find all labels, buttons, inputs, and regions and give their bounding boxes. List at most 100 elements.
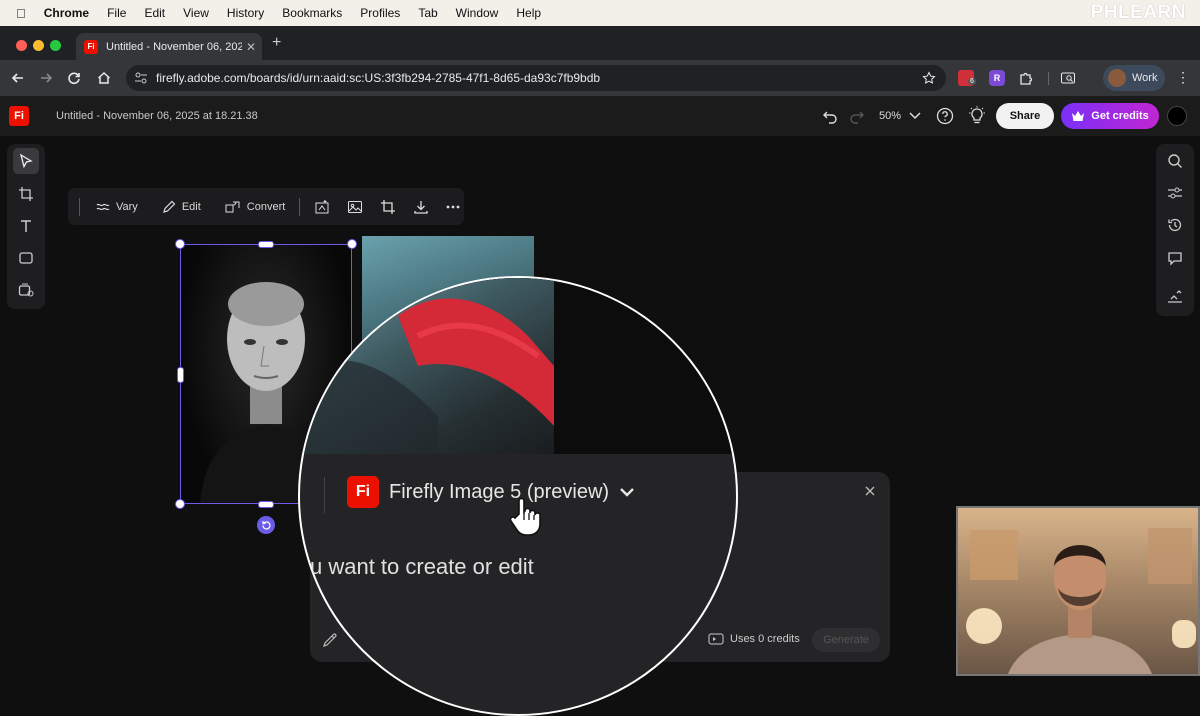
prompt-close-button[interactable] bbox=[864, 485, 876, 497]
remove-background-icon[interactable] bbox=[314, 199, 330, 215]
resize-handle-left[interactable] bbox=[177, 367, 184, 383]
search-icon[interactable] bbox=[1162, 148, 1188, 174]
generate-tool-button[interactable] bbox=[13, 277, 39, 303]
undo-icon[interactable] bbox=[822, 108, 838, 124]
convert-label: Convert bbox=[246, 200, 286, 213]
resize-handle-top[interactable] bbox=[258, 241, 274, 248]
comment-icon[interactable] bbox=[1162, 245, 1188, 271]
extensions-puzzle-icon[interactable] bbox=[1018, 70, 1034, 86]
share-button[interactable]: Share bbox=[996, 103, 1054, 129]
context-bar-divider bbox=[299, 197, 301, 216]
vary-wave-icon bbox=[96, 202, 116, 212]
text-icon bbox=[18, 218, 34, 234]
toolbar-divider bbox=[1048, 72, 1049, 85]
presenter-drawing bbox=[966, 528, 1196, 674]
hand-cursor-icon bbox=[508, 496, 542, 536]
zoom-window-button[interactable] bbox=[50, 40, 61, 51]
zoom-dropdown[interactable]: 50% bbox=[879, 110, 921, 122]
menu-window[interactable]: Window bbox=[456, 6, 499, 20]
image-icon[interactable] bbox=[347, 199, 363, 215]
shape-tool-button[interactable] bbox=[13, 245, 39, 271]
convert-button[interactable]: Convert bbox=[225, 200, 286, 214]
menu-bookmarks[interactable]: Bookmarks bbox=[282, 6, 342, 20]
credits-text: Uses 0 credits bbox=[730, 633, 800, 645]
minimize-window-button[interactable] bbox=[33, 40, 44, 51]
browser-tab-active[interactable]: Fi Untitled - November 06, 2025 at 18.21… bbox=[76, 33, 262, 60]
extension-red-icon[interactable]: 6 bbox=[958, 70, 976, 86]
resize-handle-top-left[interactable] bbox=[175, 239, 185, 249]
menu-file[interactable]: File bbox=[107, 6, 126, 20]
rectangle-icon bbox=[18, 250, 34, 266]
lightbulb-icon[interactable] bbox=[968, 106, 986, 126]
model-name: Firefly Image 5 (preview) bbox=[389, 480, 610, 503]
adjustments-icon[interactable] bbox=[1162, 180, 1188, 206]
redo-icon[interactable] bbox=[849, 108, 865, 124]
url-text: firefly.adobe.com/boards/id/urn:aaid:sc:… bbox=[156, 71, 601, 85]
new-tab-icon[interactable]: + bbox=[272, 34, 281, 52]
rotate-handle[interactable] bbox=[257, 516, 275, 534]
site-settings-icon[interactable] bbox=[134, 71, 148, 85]
account-avatar[interactable] bbox=[1167, 106, 1187, 126]
crop-icon[interactable] bbox=[380, 199, 396, 215]
prompt-input[interactable]: u want to create or edit bbox=[310, 554, 534, 580]
resize-handle-top-right[interactable] bbox=[347, 239, 357, 249]
menu-edit[interactable]: Edit bbox=[144, 6, 165, 20]
bookmark-star-icon[interactable] bbox=[922, 71, 936, 85]
download-icon[interactable] bbox=[413, 199, 429, 215]
credits-usage: Uses 0 credits bbox=[708, 633, 800, 645]
menu-help[interactable]: Help bbox=[516, 6, 541, 20]
resize-handle-bottom[interactable] bbox=[258, 501, 274, 508]
address-bar[interactable]: firefly.adobe.com/boards/id/urn:aaid:sc:… bbox=[126, 65, 946, 91]
firefly-logo[interactable]: Fi bbox=[9, 106, 29, 126]
image-generate-icon bbox=[18, 282, 34, 298]
zoom-level: 50% bbox=[879, 110, 902, 122]
get-credits-label: Get credits bbox=[1091, 110, 1149, 122]
tab-search-icon[interactable] bbox=[1060, 70, 1076, 86]
phlearn-watermark: PHLEARN bbox=[1090, 2, 1186, 23]
chrome-menu-icon[interactable]: ⋮ bbox=[1176, 70, 1190, 84]
frame-tool-button[interactable] bbox=[13, 181, 39, 207]
magnifier-lens: Fi Firefly Image 5 (preview) u want to c… bbox=[298, 276, 738, 716]
extension-r-icon[interactable]: R bbox=[989, 70, 1005, 86]
frame-icon bbox=[18, 186, 34, 202]
menu-tab[interactable]: Tab bbox=[418, 6, 437, 20]
get-credits-button[interactable]: Get credits bbox=[1061, 103, 1159, 129]
edit-button[interactable]: Edit bbox=[162, 200, 201, 214]
reload-icon[interactable] bbox=[66, 70, 82, 86]
chevron-down-icon bbox=[619, 487, 635, 497]
more-options-icon[interactable] bbox=[446, 205, 460, 209]
menu-history[interactable]: History bbox=[227, 6, 264, 20]
layers-settings-icon[interactable] bbox=[1162, 284, 1188, 310]
history-icon[interactable] bbox=[1162, 212, 1188, 238]
profile-chip[interactable]: Work bbox=[1103, 65, 1165, 91]
firefly-favicon: Fi bbox=[84, 39, 98, 54]
resize-handle-bottom-left[interactable] bbox=[175, 499, 185, 509]
document-title[interactable]: Untitled - November 06, 2025 at 18.21.38 bbox=[56, 110, 258, 122]
abstract-shape-drawing bbox=[300, 298, 554, 454]
back-icon[interactable] bbox=[10, 70, 26, 86]
generate-button[interactable]: Generate bbox=[812, 628, 880, 652]
home-icon[interactable] bbox=[96, 70, 112, 86]
menu-app-name[interactable]: Chrome bbox=[44, 6, 89, 20]
close-window-button[interactable] bbox=[16, 40, 27, 51]
help-icon[interactable] bbox=[936, 107, 954, 125]
forward-icon[interactable] bbox=[38, 70, 54, 86]
tab-close-icon[interactable]: ✕ bbox=[246, 40, 256, 54]
webcam-presenter-video bbox=[956, 506, 1200, 676]
close-icon bbox=[864, 485, 876, 497]
menu-view[interactable]: View bbox=[183, 6, 209, 20]
magnified-canvas bbox=[300, 278, 736, 454]
apple-icon[interactable]:  bbox=[16, 6, 26, 21]
tab-title: Untitled - November 06, 2025 at 18.21.38 bbox=[106, 40, 242, 53]
profile-avatar bbox=[1108, 69, 1126, 87]
vary-button[interactable]: Vary bbox=[96, 201, 138, 213]
menu-profiles[interactable]: Profiles bbox=[360, 6, 400, 20]
text-tool-button[interactable] bbox=[13, 213, 39, 239]
firefly-model-logo: Fi bbox=[347, 476, 379, 508]
vary-label: Vary bbox=[116, 200, 138, 213]
model-divider bbox=[324, 477, 325, 513]
eyedropper-icon[interactable] bbox=[322, 632, 338, 648]
select-tool-button[interactable] bbox=[13, 148, 39, 174]
model-selector[interactable]: Fi Firefly Image 5 (preview) bbox=[347, 476, 635, 508]
chevron-down-icon bbox=[909, 112, 921, 120]
